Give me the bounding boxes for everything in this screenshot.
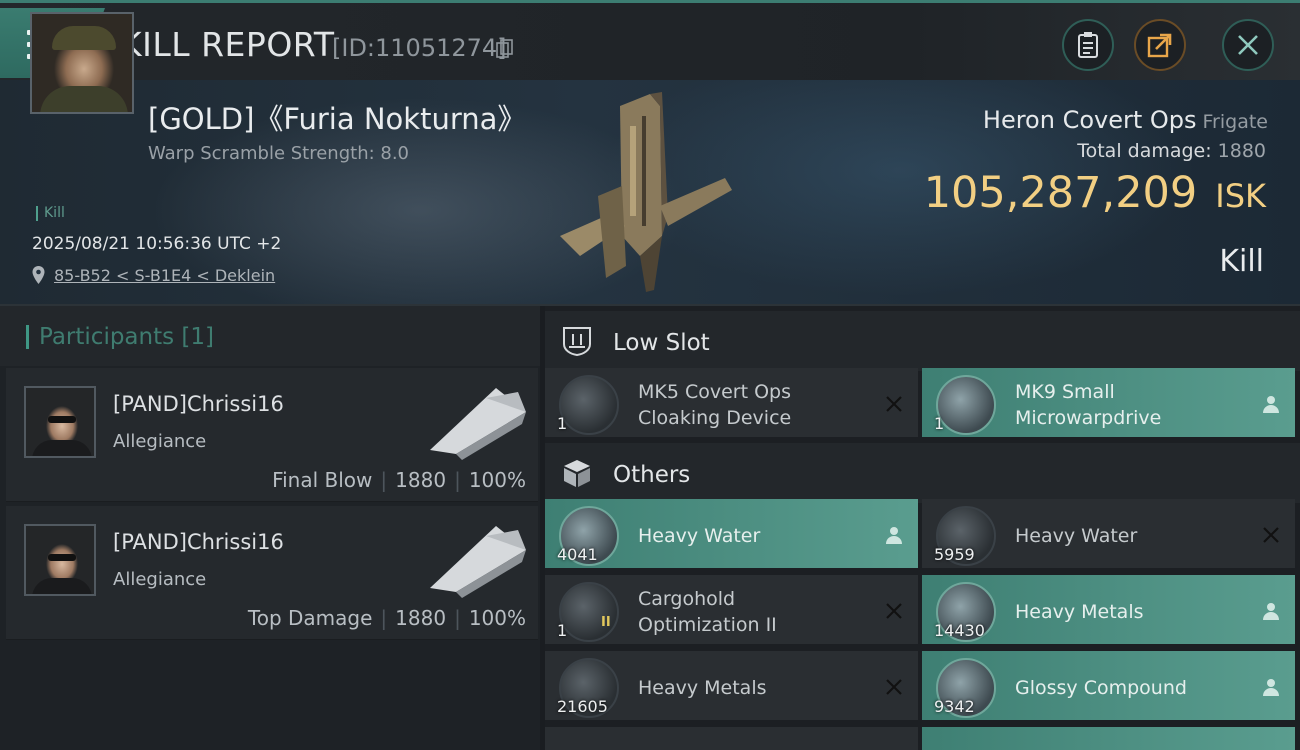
item-name-line2: Optimization II	[638, 614, 777, 636]
others-header: Others	[545, 443, 1300, 503]
item-row[interactable]: 9342 Glossy Compound	[922, 651, 1295, 723]
item-row[interactable]: 14430 Heavy Metals	[922, 575, 1295, 647]
kill-result: Kill	[1219, 244, 1264, 279]
item-quantity: 1	[557, 621, 568, 640]
participant-role: Final Blow	[272, 468, 373, 492]
participant-stats: Final Blow | 1880 | 100%	[272, 468, 526, 492]
tech-level-badge: II	[601, 615, 611, 630]
destroyed-icon	[886, 396, 902, 412]
clipboard-icon	[1078, 32, 1098, 58]
low-slot-label: Low Slot	[613, 330, 710, 356]
total-damage: Total damage: 1880	[1077, 140, 1266, 162]
copy-icon[interactable]	[496, 39, 513, 58]
close-button[interactable]	[1222, 19, 1274, 71]
participant-name: [PAND]Chrissi16	[113, 530, 284, 554]
item-name-line1: Cargohold	[638, 588, 736, 610]
low-slot-icon	[563, 327, 591, 357]
item-quantity: 4041	[557, 545, 598, 564]
destroyed-icon	[886, 679, 902, 695]
isk-value: 105,287,209 ISK	[923, 168, 1266, 218]
participant-stats: Top Damage | 1880 | 100%	[247, 606, 526, 630]
warp-scramble-strength: Warp Scramble Strength: 8.0	[148, 143, 410, 164]
kill-tag: Kill	[36, 206, 65, 221]
report-id: [ID:11051274]	[332, 34, 507, 62]
item-thumb	[559, 375, 619, 435]
page-title: KILL REPORT	[120, 25, 335, 64]
low-slot-header: Low Slot	[545, 311, 1300, 371]
item-row[interactable]: 4041 Heavy Water	[545, 499, 918, 571]
clipboard-button[interactable]	[1062, 19, 1114, 71]
item-quantity: 1	[557, 414, 568, 433]
header-bar: KILL REPORT [ID:11051274]	[0, 0, 1300, 80]
item-name: Heavy Metals	[638, 677, 767, 699]
item-row-partial[interactable]	[922, 727, 1295, 750]
dropped-person-icon	[886, 527, 902, 544]
item-name: Heavy Metals	[1015, 601, 1144, 623]
destroyed-icon	[1263, 527, 1279, 543]
item-name: Heavy Water	[1015, 525, 1138, 547]
total-damage-value: 1880	[1217, 140, 1266, 162]
dropped-person-icon	[1263, 679, 1279, 696]
frigate-ship-icon	[430, 388, 526, 460]
share-button[interactable]	[1134, 19, 1186, 71]
participant-alliance: Allegiance	[113, 569, 207, 590]
isk-unit: ISK	[1215, 177, 1266, 215]
participants-panel: Participants [1] [PAND]Chrissi16 Allegia…	[0, 306, 540, 750]
participant-row[interactable]: [PAND]Chrissi16 Allegiance Final Blow | 18…	[6, 368, 538, 502]
item-row[interactable]: 1 MK9 Small Microwarpdrive	[922, 368, 1295, 440]
participant-name: [PAND]Chrissi16	[113, 392, 284, 416]
cube-icon	[564, 460, 590, 487]
item-row-partial[interactable]	[545, 727, 918, 750]
participant-percent: 100%	[468, 606, 526, 630]
ship-render	[560, 92, 732, 292]
participant-role: Top Damage	[247, 606, 373, 630]
participant-damage: 1880	[395, 468, 447, 492]
item-row[interactable]: 21605 Heavy Metals	[545, 651, 918, 723]
victim-portrait[interactable]	[30, 12, 134, 114]
fitting-panel: Low Slot 1 MK5 Covert Ops Cloaking Devic…	[545, 306, 1300, 750]
frigate-ship-icon	[430, 526, 526, 598]
item-name-line1: MK9 Small	[1015, 381, 1115, 403]
share-icon	[1147, 33, 1172, 58]
participant-damage: 1880	[395, 606, 447, 630]
item-quantity: 1	[934, 414, 945, 433]
dropped-person-icon	[1263, 603, 1279, 620]
item-quantity: 5959	[934, 545, 975, 564]
participants-title: Participants [1]	[26, 325, 214, 349]
item-thumb	[559, 582, 619, 642]
location-link[interactable]: 85-B52 < S-B1E4 < Deklein	[54, 266, 275, 285]
item-name-line2: Cloaking Device	[638, 407, 792, 429]
ship-class: Frigate	[1202, 111, 1268, 133]
item-row[interactable]: 1 MK5 Covert Ops Cloaking Device	[545, 368, 918, 440]
others-label: Others	[613, 462, 691, 488]
victim-name: [GOLD]《Furia Nokturna》	[148, 102, 527, 136]
kill-datetime: 2025/08/21 10:56:36 UTC +2	[32, 234, 282, 254]
participant-alliance: Allegiance	[113, 431, 207, 452]
item-name-line1: MK5 Covert Ops	[638, 381, 792, 403]
item-name-line2: Microwarpdrive	[1015, 407, 1162, 429]
item-quantity: 21605	[557, 697, 608, 716]
item-name: Glossy Compound	[1015, 677, 1187, 699]
item-row[interactable]: 5959 Heavy Water	[922, 499, 1295, 571]
destroyed-icon	[886, 603, 902, 619]
dropped-person-icon	[1263, 396, 1279, 413]
avatar[interactable]	[24, 386, 96, 458]
item-thumb	[936, 375, 996, 435]
avatar[interactable]	[24, 524, 96, 596]
participant-row[interactable]: [PAND]Chrissi16 Allegiance Top Damage | 18…	[6, 506, 538, 640]
location-pin-icon	[32, 266, 45, 284]
participants-header: Participants [1]	[0, 306, 540, 366]
ship-name: Heron Covert Ops Frigate	[982, 106, 1268, 134]
item-row[interactable]: II 1 Cargohold Optimization II	[545, 575, 918, 647]
item-name: Heavy Water	[638, 525, 761, 547]
close-icon	[1238, 35, 1258, 55]
item-quantity: 9342	[934, 697, 975, 716]
item-quantity: 14430	[934, 621, 985, 640]
participant-percent: 100%	[468, 468, 526, 492]
